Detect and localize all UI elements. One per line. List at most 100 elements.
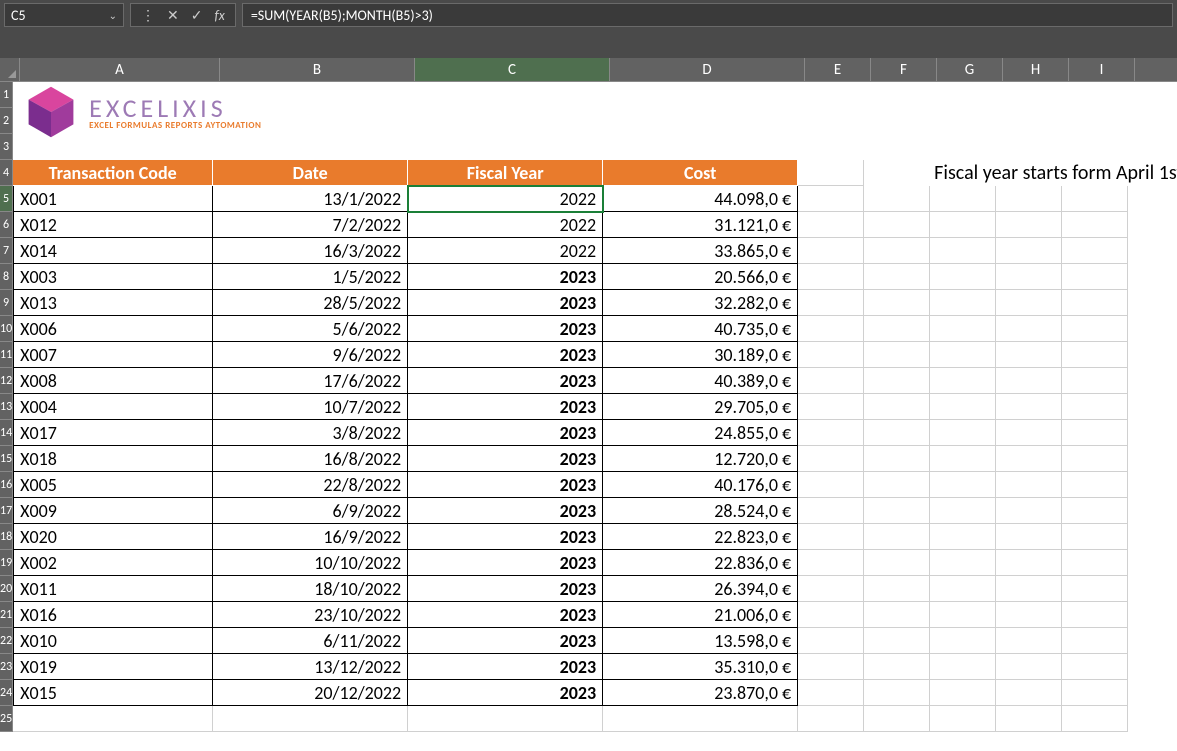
cell-fiscalyear-19[interactable]: 2023 <box>408 550 603 576</box>
cell-F9[interactable] <box>864 290 930 316</box>
cell-H25[interactable] <box>996 706 1062 732</box>
table-header-fiscal_year[interactable]: Fiscal Year <box>408 160 603 186</box>
cell-G2[interactable] <box>930 108 996 134</box>
cell-fiscalyear-13[interactable]: 2023 <box>408 394 603 420</box>
cell-G14[interactable] <box>930 420 996 446</box>
formula-input[interactable]: =SUM(YEAR(B5);MONTH(B5)>3) <box>242 3 1173 27</box>
cell-code-22[interactable]: X010 <box>13 628 213 654</box>
cell-cost-22[interactable]: 13.598,0 € <box>603 628 798 654</box>
cell-code-10[interactable]: X006 <box>13 316 213 342</box>
cell-date-18[interactable]: 16/9/2022 <box>213 524 408 550</box>
cell-F13[interactable] <box>864 394 930 420</box>
cell-E22[interactable] <box>798 628 864 654</box>
cell-G12[interactable] <box>930 368 996 394</box>
row-header-5[interactable]: 5 <box>0 186 13 212</box>
cell-I3[interactable] <box>1062 134 1128 160</box>
cell-cost-23[interactable]: 35.310,0 € <box>603 654 798 680</box>
cell-cost-21[interactable]: 21.006,0 € <box>603 602 798 628</box>
cell-G5[interactable] <box>930 186 996 212</box>
cell-H24[interactable] <box>996 680 1062 706</box>
row-header-21[interactable]: 21 <box>0 602 13 628</box>
cell-code-14[interactable]: X017 <box>13 420 213 446</box>
cell-E10[interactable] <box>798 316 864 342</box>
cell-date-16[interactable]: 22/8/2022 <box>213 472 408 498</box>
cell-E6[interactable] <box>798 212 864 238</box>
cell-fiscalyear-12[interactable]: 2023 <box>408 368 603 394</box>
cell-H3[interactable] <box>996 134 1062 160</box>
cell-cost-15[interactable]: 12.720,0 € <box>603 446 798 472</box>
cell-G15[interactable] <box>930 446 996 472</box>
cell-I18[interactable] <box>1062 524 1128 550</box>
cell-E23[interactable] <box>798 654 864 680</box>
cell-fiscalyear-9[interactable]: 2023 <box>408 290 603 316</box>
row-header-10[interactable]: 10 <box>0 316 13 342</box>
cell-fiscalyear-10[interactable]: 2023 <box>408 316 603 342</box>
cell-I14[interactable] <box>1062 420 1128 446</box>
cell-C2[interactable] <box>408 108 603 134</box>
cell-H11[interactable] <box>996 342 1062 368</box>
cell-G11[interactable] <box>930 342 996 368</box>
cell-date-12[interactable]: 17/6/2022 <box>213 368 408 394</box>
cell-cost-24[interactable]: 23.870,0 € <box>603 680 798 706</box>
cell-H18[interactable] <box>996 524 1062 550</box>
row-header-19[interactable]: 19 <box>0 550 13 576</box>
cell-E2[interactable] <box>798 108 864 134</box>
table-header-cost[interactable]: Cost <box>603 160 798 186</box>
cell-H13[interactable] <box>996 394 1062 420</box>
cell-G6[interactable] <box>930 212 996 238</box>
cell-fiscalyear-22[interactable]: 2023 <box>408 628 603 654</box>
cell-G7[interactable] <box>930 238 996 264</box>
cell-cost-11[interactable]: 30.189,0 € <box>603 342 798 368</box>
cell-date-14[interactable]: 3/8/2022 <box>213 420 408 446</box>
cell-code-21[interactable]: X016 <box>13 602 213 628</box>
cell-D2[interactable] <box>603 108 798 134</box>
cell-F14[interactable] <box>864 420 930 446</box>
cell-G24[interactable] <box>930 680 996 706</box>
cell-I9[interactable] <box>1062 290 1128 316</box>
cell-fiscalyear-18[interactable]: 2023 <box>408 524 603 550</box>
cell-cost-12[interactable]: 40.389,0 € <box>603 368 798 394</box>
cell-code-13[interactable]: X004 <box>13 394 213 420</box>
cell-G1[interactable] <box>930 82 996 108</box>
cell-G16[interactable] <box>930 472 996 498</box>
row-header-9[interactable]: 9 <box>0 290 13 316</box>
sheet-area[interactable]: EXCELIXIS EXCEL FORMULAS REPORTS AYTOMAT… <box>13 82 1177 732</box>
cell-F1[interactable] <box>864 82 930 108</box>
col-header-I[interactable]: I <box>1069 58 1135 81</box>
cell-I2[interactable] <box>1062 108 1128 134</box>
cell-I21[interactable] <box>1062 602 1128 628</box>
col-header-C[interactable]: C <box>415 58 610 81</box>
cell-G21[interactable] <box>930 602 996 628</box>
cell-F2[interactable] <box>864 108 930 134</box>
cell-B25[interactable] <box>213 706 408 732</box>
cell-fiscalyear-23[interactable]: 2023 <box>408 654 603 680</box>
cell-date-15[interactable]: 16/8/2022 <box>213 446 408 472</box>
cell-H2[interactable] <box>996 108 1062 134</box>
name-box-chevron-icon[interactable]: ⌄ <box>109 9 117 22</box>
cell-E8[interactable] <box>798 264 864 290</box>
cell-H1[interactable] <box>996 82 1062 108</box>
cell-F12[interactable] <box>864 368 930 394</box>
cell-code-19[interactable]: X002 <box>13 550 213 576</box>
select-all-corner[interactable] <box>0 58 20 81</box>
cell-F24[interactable] <box>864 680 930 706</box>
col-header-E[interactable]: E <box>805 58 871 81</box>
row-header-22[interactable]: 22 <box>0 628 13 654</box>
cell-E16[interactable] <box>798 472 864 498</box>
cell-fiscalyear-17[interactable]: 2023 <box>408 498 603 524</box>
cell-F6[interactable] <box>864 212 930 238</box>
cell-F5[interactable] <box>864 186 930 212</box>
cell-date-10[interactable]: 5/6/2022 <box>213 316 408 342</box>
cell-E5[interactable] <box>798 186 864 212</box>
cell-G19[interactable] <box>930 550 996 576</box>
row-header-18[interactable]: 18 <box>0 524 13 550</box>
cell-I22[interactable] <box>1062 628 1128 654</box>
cell-H22[interactable] <box>996 628 1062 654</box>
cell-I12[interactable] <box>1062 368 1128 394</box>
cell-G17[interactable] <box>930 498 996 524</box>
cell-date-22[interactable]: 6/11/2022 <box>213 628 408 654</box>
cell-date-9[interactable]: 28/5/2022 <box>213 290 408 316</box>
cell-H14[interactable] <box>996 420 1062 446</box>
row-header-24[interactable]: 24 <box>0 680 13 706</box>
cell-code-24[interactable]: X015 <box>13 680 213 706</box>
